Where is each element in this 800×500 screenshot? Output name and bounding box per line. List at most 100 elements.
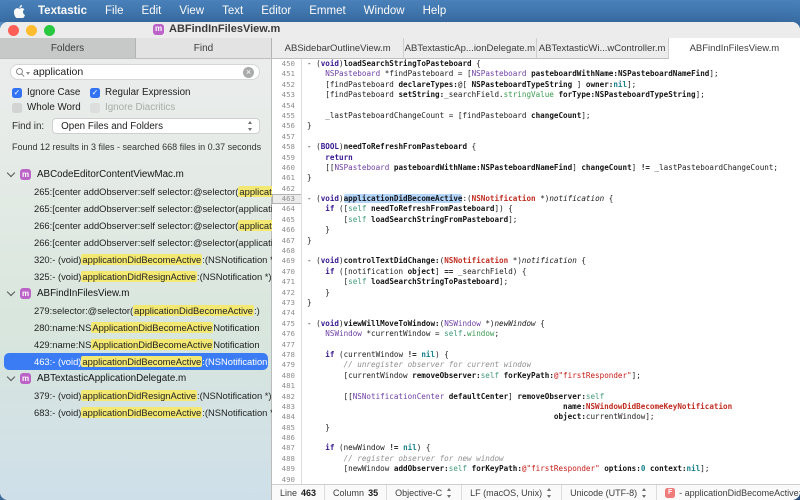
option-ignore-case[interactable]: ✓Ignore Case xyxy=(12,87,90,98)
code-line: 473} xyxy=(272,298,800,308)
menu-item-editor[interactable]: Editor xyxy=(252,0,300,22)
chevron-down-icon[interactable] xyxy=(7,288,15,296)
line-number: 482 xyxy=(272,392,302,402)
code-text: [currentWindow removeObserver:self forKe… xyxy=(302,371,641,381)
result-row[interactable]: 683: - (void)applicationDidBecomeActive:… xyxy=(0,404,272,421)
option-whole-word[interactable]: Whole Word xyxy=(12,102,90,113)
code-line: 489 [newWindow addObserver:self forKeyPa… xyxy=(272,464,800,474)
popup-updown-icon xyxy=(247,121,254,131)
code-line: 471 [self loadSearchStringToPasteboard]; xyxy=(272,277,800,287)
clear-icon[interactable]: × xyxy=(243,67,254,78)
menu-items: TextasticFileEditViewTextEditorEmmetWind… xyxy=(29,0,455,22)
popup-updown-icon xyxy=(446,488,453,498)
code-line: 460 [[NSPasteboard pasteboardWithName:NS… xyxy=(272,163,800,173)
search-field[interactable]: × xyxy=(10,64,260,80)
code-text: [findPasteboard setString:_searchField.s… xyxy=(302,90,705,100)
menu-item-emmet[interactable]: Emmet xyxy=(300,0,354,22)
code-text xyxy=(302,184,307,194)
menu-item-file[interactable]: File xyxy=(96,0,133,22)
tab-row: FoldersFind ABSidebarOutlineView.mABText… xyxy=(0,38,800,59)
result-group-header[interactable]: mABCodeEditorContentViewMac.m xyxy=(0,166,272,183)
code-editor[interactable]: 450- (void)loadSearchStringToPasteboard … xyxy=(272,59,800,484)
editor-tab[interactable]: ABSidebarOutlineView.m xyxy=(272,38,404,59)
status-segment[interactable]: LF (macOS, Unix) xyxy=(462,485,562,500)
code-text: - (BOOL)needToRefreshFromPasteboard { xyxy=(302,142,476,152)
code-line: 477 xyxy=(272,340,800,350)
menu-item-edit[interactable]: Edit xyxy=(133,0,171,22)
menu-bar: TextasticFileEditViewTextEditorEmmetWind… xyxy=(0,0,800,22)
code-line: 481 xyxy=(272,381,800,391)
code-text: if ([self needToRefreshFromPasteboard]) … xyxy=(302,204,513,214)
code-line: 467} xyxy=(272,236,800,246)
code-line: 457 xyxy=(272,132,800,142)
code-line: 465 [self loadSearchStringFromPasteboard… xyxy=(272,215,800,225)
result-row[interactable]: 463: - (void)applicationDidBecomeActive:… xyxy=(4,353,268,370)
code-text xyxy=(302,101,307,111)
search-results-list: mABCodeEditorContentViewMac.m265: [cente… xyxy=(0,166,272,421)
menu-item-view[interactable]: View xyxy=(170,0,213,22)
chevron-down-icon[interactable] xyxy=(7,169,15,177)
tab-folders[interactable]: Folders xyxy=(0,38,136,58)
editor-tab[interactable]: ABTextasticWi...wController.m xyxy=(537,38,669,59)
menu-item-text[interactable]: Text xyxy=(213,0,252,22)
menu-item-textastic[interactable]: Textastic xyxy=(29,0,96,22)
status-segment[interactable]: Objective-C xyxy=(387,485,462,500)
status-segment[interactable]: Unicode (UTF-8) xyxy=(562,485,657,500)
code-line: 478 if (currentWindow != nil) { xyxy=(272,350,800,360)
window-title: ABFindInFilesView.m xyxy=(169,23,280,35)
result-group-header[interactable]: mABTextasticApplicationDelegate.m xyxy=(0,370,272,387)
editor-tab[interactable]: ABFindInFilesView.m xyxy=(669,38,800,59)
option-label: Regular Expression xyxy=(105,87,191,98)
find-in-value: Open Files and Folders xyxy=(61,121,247,132)
result-row[interactable]: 379: - (void)applicationDidResignActive:… xyxy=(0,387,272,404)
code-text: NSWindow *currentWindow = self.window; xyxy=(302,329,499,339)
code-text: if (currentWindow != nil) { xyxy=(302,350,449,360)
result-row[interactable]: 266: [center addObserver:self selector:@… xyxy=(0,234,272,251)
result-row[interactable]: 429: name:NSApplicationDidBecomeActiveNo… xyxy=(0,336,272,353)
result-row[interactable]: 280: name:NSApplicationDidBecomeActiveNo… xyxy=(0,319,272,336)
result-row[interactable]: 265: [center addObserver:self selector:@… xyxy=(0,200,272,217)
line-number: 488 xyxy=(272,454,302,464)
desktop: TextasticFileEditViewTextEditorEmmetWind… xyxy=(0,0,800,500)
find-in-row: Find in: Open Files and Folders xyxy=(12,118,260,134)
result-row[interactable]: 279: selector:@selector(applicationDidBe… xyxy=(0,302,272,319)
menu-item-help[interactable]: Help xyxy=(414,0,456,22)
search-input[interactable] xyxy=(33,66,243,78)
minimize-button[interactable] xyxy=(26,25,37,36)
line-number: 486 xyxy=(272,433,302,443)
result-group-header[interactable]: mABFindInFilesView.m xyxy=(0,285,272,302)
code-text: [self loadSearchStringFromPasteboard]; xyxy=(302,215,517,225)
result-row[interactable]: 325: - (void) applicationDidResignActive… xyxy=(0,268,272,285)
file-type-icon: m xyxy=(20,373,31,384)
tab-find[interactable]: Find xyxy=(136,38,272,58)
code-line: 453 [findPasteboard setString:_searchFie… xyxy=(272,90,800,100)
checkbox-icon[interactable] xyxy=(12,103,22,113)
code-text: // unregister observer for current windo… xyxy=(302,360,531,370)
checkbox-icon[interactable]: ✓ xyxy=(12,88,22,98)
line-number: 457 xyxy=(272,132,302,142)
result-file-name: ABFindInFilesView.m xyxy=(37,288,129,299)
chevron-down-icon[interactable] xyxy=(7,373,15,381)
code-text: name:NSWindowDidBecomeKeyNotification xyxy=(302,402,732,412)
line-number: 467 xyxy=(272,236,302,246)
editor-tab[interactable]: ABTextasticAp...ionDelegate.m xyxy=(404,38,536,59)
close-button[interactable] xyxy=(8,25,19,36)
apple-menu-icon[interactable] xyxy=(14,5,25,18)
result-row[interactable]: 266: [center addObserver:self selector:@… xyxy=(0,217,272,234)
code-text: [self loadSearchStringToPasteboard]; xyxy=(302,277,508,287)
result-row[interactable]: 320: - (void) applicationDidBecomeActive… xyxy=(0,251,272,268)
result-row[interactable]: 265: [center addObserver:self selector:@… xyxy=(0,183,272,200)
option-regular-expression[interactable]: ✓ Regular Expression xyxy=(90,87,191,98)
search-menu-caret-icon[interactable] xyxy=(26,72,30,75)
popup-updown-icon xyxy=(546,488,553,498)
status-segment[interactable]: F- applicationDidBecomeActive: xyxy=(657,485,800,500)
code-line: 487 if (newWindow != nil) { xyxy=(272,443,800,453)
checkbox-icon[interactable]: ✓ xyxy=(90,88,100,98)
line-number: 450 xyxy=(272,59,302,69)
find-in-popup[interactable]: Open Files and Folders xyxy=(52,118,260,134)
code-text xyxy=(302,475,307,484)
code-text: NSPasteboard *findPasteboard = [NSPasteb… xyxy=(302,69,719,79)
menu-item-window[interactable]: Window xyxy=(355,0,414,22)
zoom-button[interactable] xyxy=(44,25,55,36)
line-number: 465 xyxy=(272,215,302,225)
